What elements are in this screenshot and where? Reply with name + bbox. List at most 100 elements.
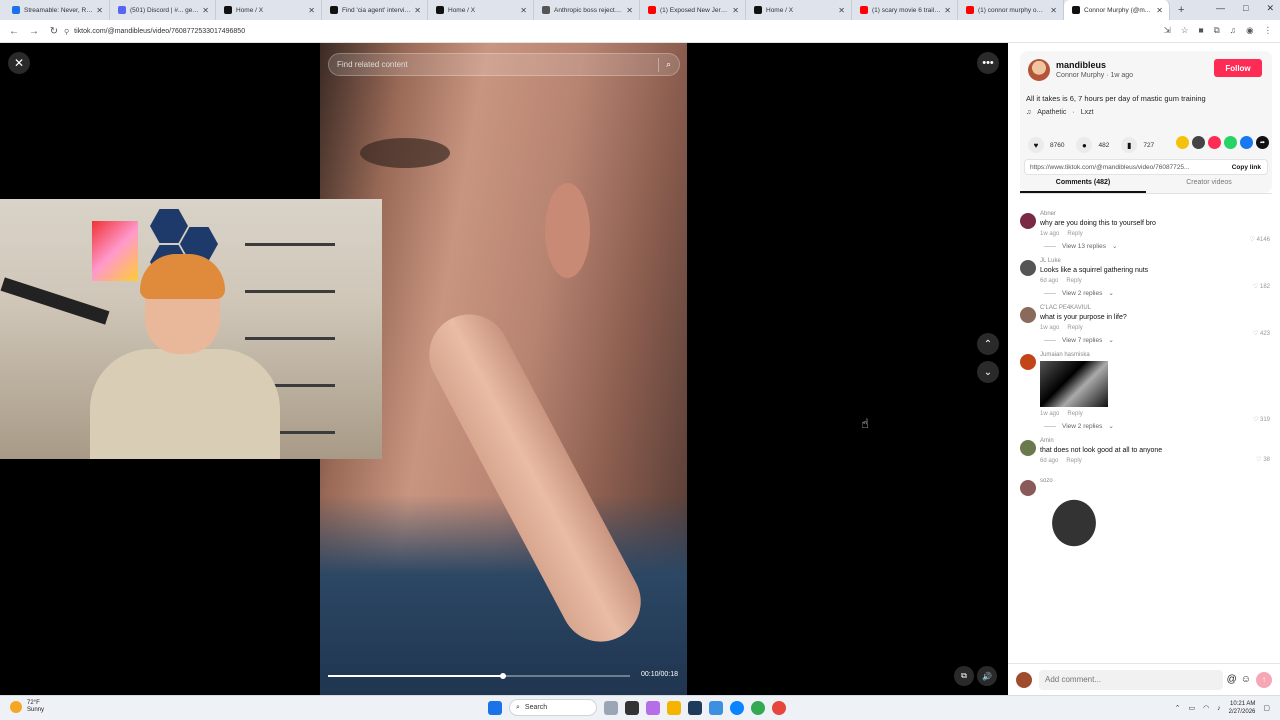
browser-tab[interactable]: Anthropic boss rejects Pe ✕ xyxy=(534,0,640,20)
miniplayer-icon[interactable]: ⧉ xyxy=(954,666,974,686)
send-icon[interactable]: ↑ xyxy=(1256,671,1272,688)
comment-username[interactable]: sozo xyxy=(1040,478,1268,484)
app-icon[interactable] xyxy=(772,700,786,715)
view-replies-button[interactable]: View 13 replies ⌄ xyxy=(1044,242,1268,250)
reply-button[interactable]: Reply xyxy=(1066,458,1081,464)
comment-username[interactable]: Abner xyxy=(1040,211,1268,217)
emoji-icon[interactable]: ☺ xyxy=(1241,674,1251,685)
tab-close-icon[interactable]: ✕ xyxy=(626,6,633,15)
comment-image[interactable] xyxy=(1040,361,1108,407)
bookmark-star-icon[interactable]: ☆ xyxy=(1181,25,1189,36)
browser-tab[interactable]: Home / X ✕ xyxy=(428,0,534,20)
avatar[interactable] xyxy=(1020,213,1036,229)
share-option-icon[interactable]: ➦ xyxy=(1256,136,1269,149)
browser-tab[interactable]: Home / X ✕ xyxy=(746,0,852,20)
chevron-up-icon[interactable]: ⌃ xyxy=(1175,704,1181,712)
reply-button[interactable]: Reply xyxy=(1067,325,1082,331)
install-icon[interactable]: ⇲ xyxy=(1164,25,1171,36)
follow-button[interactable]: Follow xyxy=(1214,59,1262,77)
minimize-icon[interactable]: — xyxy=(1216,3,1225,14)
browser-tab[interactable]: (1) Exposed New Jersey's ✕ xyxy=(640,0,746,20)
related-search-input[interactable] xyxy=(337,60,651,69)
browser-tab[interactable]: (1) scary movie 6 trailer - ✕ xyxy=(852,0,958,20)
new-tab-button[interactable]: + xyxy=(1178,4,1184,16)
reply-button[interactable]: Reply xyxy=(1067,231,1082,237)
forward-icon[interactable]: → xyxy=(28,26,40,37)
tab-close-icon[interactable]: ✕ xyxy=(202,6,209,15)
weather-widget[interactable]: 72°F Sunny xyxy=(10,700,44,714)
music-info[interactable]: ♫ Apathetic · Lxzt xyxy=(1026,109,1094,116)
browser-tab[interactable]: Find 'cia agent' interviews ✕ xyxy=(322,0,428,20)
battery-icon[interactable]: ▭ xyxy=(1188,704,1195,712)
video-progress-bar[interactable] xyxy=(328,673,630,679)
close-window-icon[interactable]: ✕ xyxy=(1266,3,1274,14)
maximize-icon[interactable]: □ xyxy=(1243,3,1248,14)
share-option-icon[interactable] xyxy=(1208,136,1221,149)
browser-tab[interactable]: Connor Murphy (@m... ✕ xyxy=(1064,0,1170,20)
avatar[interactable] xyxy=(1020,260,1036,276)
comment-like-button[interactable]: ♡ 38 xyxy=(1256,456,1270,463)
notification-icon[interactable]: ▢ xyxy=(1263,704,1270,712)
comment-input[interactable] xyxy=(1039,669,1223,690)
tab-close-icon[interactable]: ✕ xyxy=(308,6,315,15)
tab-close-icon[interactable]: ✕ xyxy=(520,6,527,15)
browser-tab[interactable]: (1) connor murphy omeg ✕ xyxy=(958,0,1064,20)
chrome-icon[interactable] xyxy=(751,700,765,715)
copilot-icon[interactable] xyxy=(646,700,660,715)
mention-icon[interactable]: @ xyxy=(1227,674,1237,685)
comment-like-button[interactable]: ♡ 4146 xyxy=(1250,236,1270,243)
browser-tab[interactable]: Home / X ✕ xyxy=(216,0,322,20)
store-icon[interactable] xyxy=(709,700,723,715)
tab-close-icon[interactable]: ✕ xyxy=(1050,6,1057,15)
comment-username[interactable]: Amin xyxy=(1040,438,1268,444)
share-option-icon[interactable] xyxy=(1192,136,1205,149)
reply-button[interactable]: Reply xyxy=(1067,411,1082,417)
save-button[interactable]: ▮ 727 xyxy=(1121,137,1154,153)
browser-tab[interactable]: Streamable: Never, RL Str ✕ xyxy=(4,0,110,20)
view-replies-button[interactable]: View 2 replies ⌄ xyxy=(1044,289,1268,297)
media-icon[interactable]: ♫ xyxy=(1230,25,1236,36)
search-icon[interactable]: ⌕ xyxy=(666,59,671,70)
chevron-up-icon[interactable]: ⌃ xyxy=(977,333,999,355)
avatar[interactable] xyxy=(1020,480,1036,496)
comment-button[interactable]: ● 482 xyxy=(1076,137,1109,153)
tab-close-icon[interactable]: ✕ xyxy=(732,6,739,15)
share-option-icon[interactable] xyxy=(1176,136,1189,149)
tab-comments[interactable]: Comments (482) xyxy=(1020,174,1146,193)
reply-button[interactable]: Reply xyxy=(1066,278,1081,284)
avatar[interactable] xyxy=(1020,440,1036,456)
tab-close-icon[interactable]: ✕ xyxy=(838,6,845,15)
comment-like-button[interactable]: ♡ 182 xyxy=(1253,283,1270,290)
comment-like-button[interactable]: ♡ 319 xyxy=(1253,416,1270,423)
close-icon[interactable]: ✕ xyxy=(8,52,30,74)
widgets-icon[interactable] xyxy=(604,700,618,715)
avatar[interactable] xyxy=(1020,307,1036,323)
chevron-down-icon[interactable]: ⌄ xyxy=(977,361,999,383)
share-option-icon[interactable] xyxy=(1240,136,1253,149)
wifi-icon[interactable]: ◠ xyxy=(1203,704,1209,712)
speaker-icon[interactable]: ♪ xyxy=(1217,705,1221,712)
like-button[interactable]: ♥ 8760 xyxy=(1028,137,1064,153)
extension-icon[interactable]: ■ xyxy=(1198,25,1203,36)
tab-close-icon[interactable]: ✕ xyxy=(414,6,421,15)
share-link-url[interactable]: https://www.tiktok.com/@mandibleus/video… xyxy=(1030,164,1226,171)
extensions-puzzle-icon[interactable]: ⧉ xyxy=(1214,25,1220,36)
tab-close-icon[interactable]: ✕ xyxy=(1156,6,1163,15)
reload-icon[interactable]: ↻ xyxy=(48,26,60,37)
comment-username[interactable]: JL Luke xyxy=(1040,258,1268,264)
volume-icon[interactable]: 🔊 xyxy=(977,666,997,686)
avatar[interactable] xyxy=(1020,354,1036,370)
copy-link-button[interactable]: Copy link xyxy=(1226,164,1267,171)
tab-close-icon[interactable]: ✕ xyxy=(96,6,103,15)
clock[interactable]: 10:21 AM 2/27/2026 xyxy=(1229,700,1256,716)
avatar[interactable] xyxy=(1028,59,1050,81)
task-view-icon[interactable] xyxy=(625,700,639,715)
more-options-icon[interactable]: ••• xyxy=(977,52,999,74)
share-option-icon[interactable] xyxy=(1224,136,1237,149)
site-info-icon[interactable]: ⚲ xyxy=(64,28,69,36)
author-username[interactable]: mandibleus xyxy=(1056,60,1106,70)
browser-tab[interactable]: (501) Discord | #... gene ✕ xyxy=(110,0,216,20)
comment-username[interactable]: Jumaian hasmiska xyxy=(1040,352,1268,358)
file-explorer-icon[interactable] xyxy=(667,700,681,715)
view-replies-button[interactable]: View 2 replies ⌄ xyxy=(1044,422,1268,430)
